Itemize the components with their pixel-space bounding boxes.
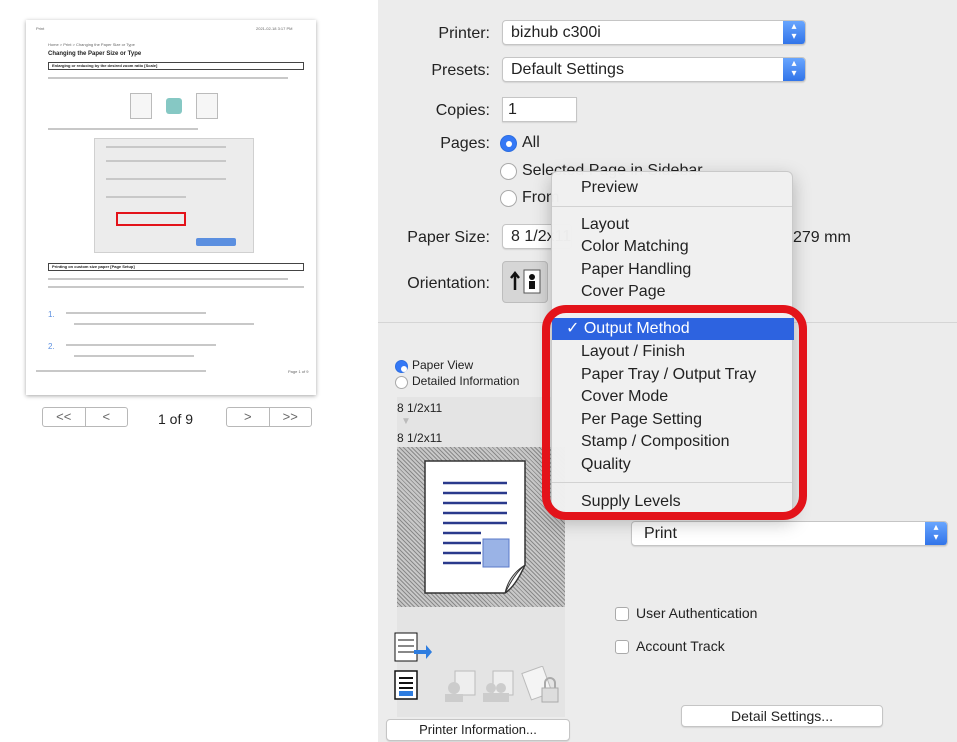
paper-view-label: Paper View: [412, 358, 474, 372]
paper-size-output: 8 1/2x11: [397, 431, 443, 445]
pages-from-radio[interactable]: [500, 190, 517, 207]
user-auth-icon: [443, 670, 477, 707]
detail-settings-button[interactable]: Detail Settings...: [681, 705, 883, 727]
pages-all-label: All: [522, 134, 540, 151]
pages-selected-radio[interactable]: [500, 163, 517, 180]
pages-all-radio[interactable]: [500, 135, 517, 152]
user-authentication-label: User Authentication: [636, 605, 758, 621]
menu-item-color-matching[interactable]: Color Matching: [552, 236, 794, 258]
secure-print-icon: [520, 665, 564, 709]
paper-size-source: 8 1/2x11: [397, 401, 443, 415]
page-nav-back: << <: [42, 407, 128, 427]
pages-label: Pages:: [440, 135, 490, 152]
document-icon: [394, 670, 420, 707]
annotation-highlight: [542, 305, 807, 520]
popup-arrows-icon: ▴ ▾: [925, 522, 947, 545]
next-page-button[interactable]: >: [227, 408, 270, 426]
page-thumbnail: Print 2021-02-18 3:17 PM Home > Print > …: [26, 20, 316, 395]
menu-item-layout[interactable]: Layout: [552, 214, 794, 236]
user-authentication-checkbox[interactable]: [615, 607, 629, 621]
printer-value: bizhub c300i: [511, 24, 601, 41]
menu-separator: [552, 206, 792, 207]
detailed-info-radio[interactable]: [395, 376, 408, 389]
menu-item-cover-page[interactable]: Cover Page: [552, 281, 794, 303]
copies-label: Copies:: [435, 102, 490, 119]
output-method-select[interactable]: Print ▴ ▾: [631, 521, 948, 546]
presets-select[interactable]: Default Settings ▴ ▾: [502, 57, 806, 82]
orientation-label: Orientation:: [407, 275, 490, 292]
copies-field[interactable]: 1: [502, 97, 577, 122]
prev-page-button[interactable]: <: [86, 408, 128, 426]
menu-item-preview[interactable]: Preview: [552, 177, 794, 199]
popup-arrows-icon: ▴ ▾: [783, 58, 805, 81]
account-track-icon: [481, 670, 515, 707]
presets-value: Default Settings: [511, 61, 624, 78]
presets-label: Presets:: [431, 62, 490, 79]
account-track-label: Account Track: [636, 638, 725, 654]
paper-preview-image: [397, 447, 565, 607]
orientation-portrait-button[interactable]: [502, 261, 548, 303]
first-page-button[interactable]: <<: [43, 408, 86, 426]
popup-arrows-icon: ▴ ▾: [783, 21, 805, 44]
printer-label: Printer:: [438, 25, 490, 42]
detailed-info-label: Detailed Information: [412, 374, 520, 388]
printer-information-button[interactable]: Printer Information...: [386, 719, 570, 741]
paper-size-label: Paper Size:: [407, 229, 490, 246]
paper-size-dims: 279 mm: [793, 229, 851, 246]
paper-view-radio[interactable]: [395, 360, 408, 373]
page-nav-forward: > >>: [226, 407, 312, 427]
menu-item-paper-handling[interactable]: Paper Handling: [552, 259, 794, 281]
last-page-button[interactable]: >>: [270, 408, 312, 426]
output-tray-icon: [394, 632, 434, 669]
output-method-value: Print: [644, 525, 677, 542]
page-counter: 1 of 9: [158, 411, 194, 427]
page-curl-icon: [424, 460, 526, 594]
printer-select[interactable]: bizhub c300i ▴ ▾: [502, 20, 806, 45]
account-track-checkbox[interactable]: [615, 640, 629, 654]
portrait-orientation-icon: [510, 269, 541, 294]
arrow-down-icon: ▼: [401, 416, 411, 427]
